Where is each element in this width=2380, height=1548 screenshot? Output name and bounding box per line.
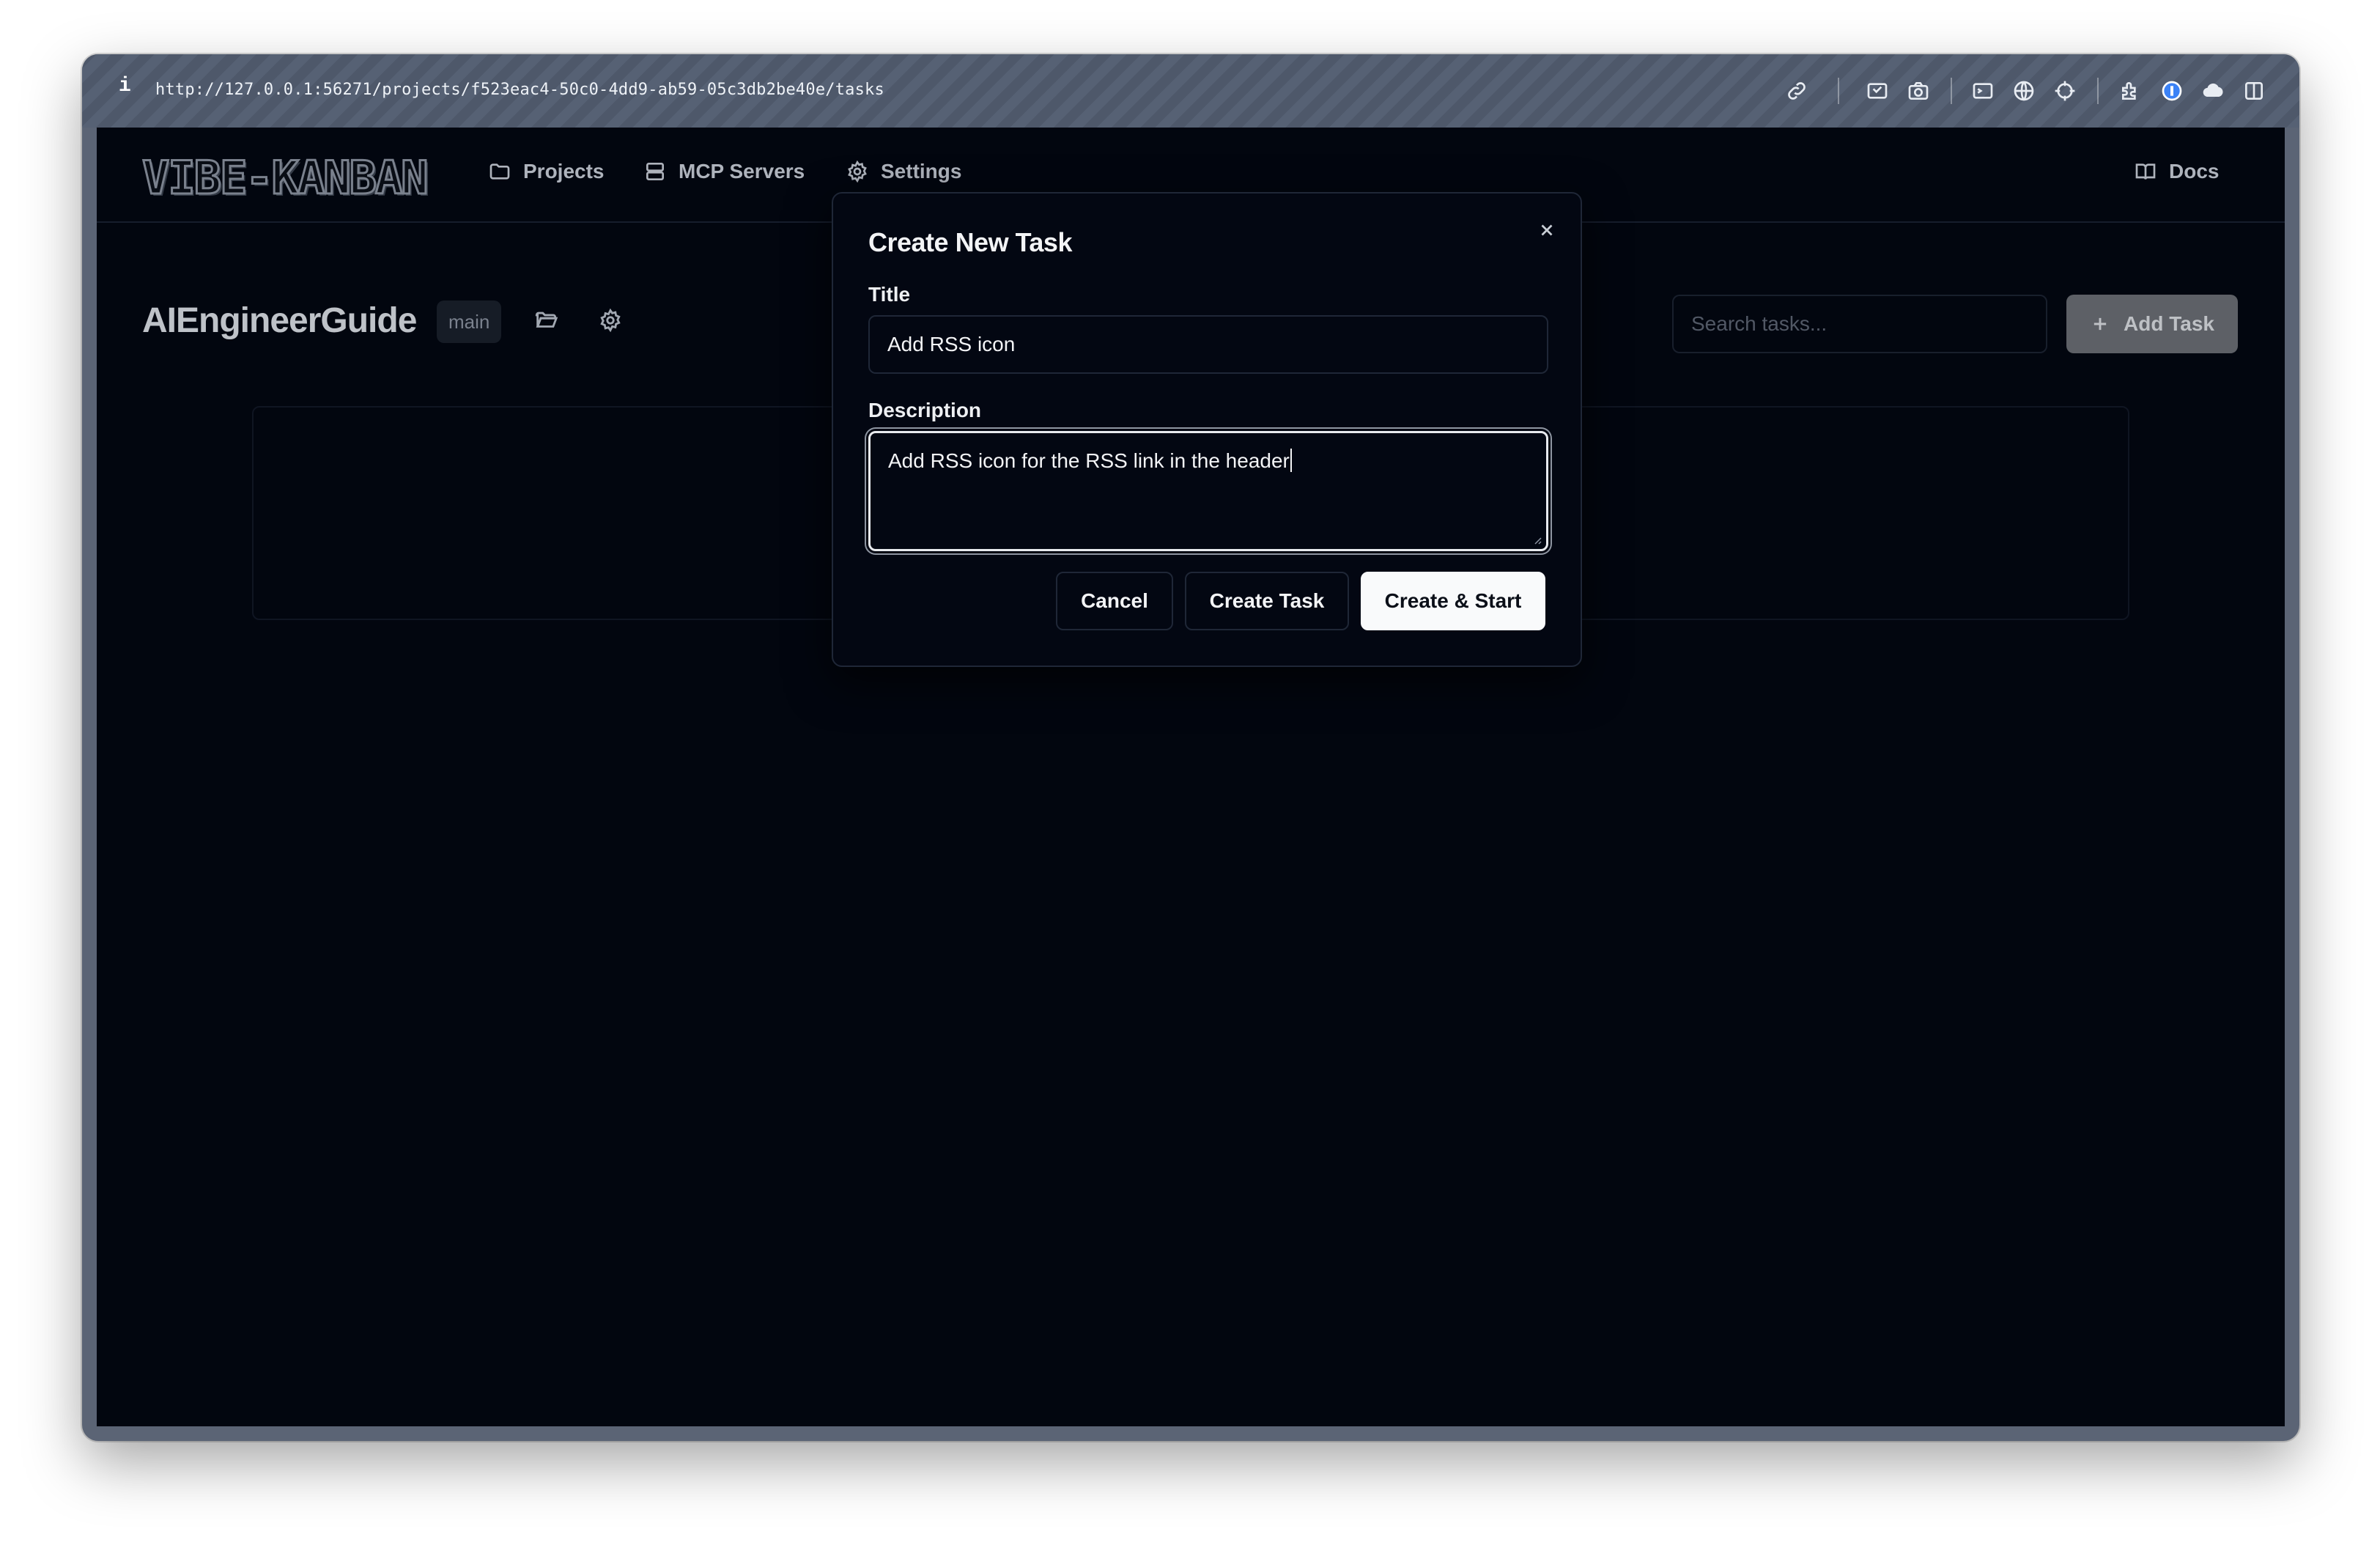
description-text: Add RSS icon for the RSS link in the hea… bbox=[888, 449, 1290, 472]
toolbar-divider bbox=[2097, 78, 2099, 104]
toolbar-divider bbox=[1951, 78, 1952, 104]
dialog-title: Create New Task bbox=[868, 227, 1072, 257]
cancel-button[interactable]: Cancel bbox=[1056, 572, 1173, 630]
link-icon[interactable] bbox=[1782, 76, 1811, 106]
text-caret bbox=[1290, 449, 1292, 472]
camera-icon[interactable] bbox=[1904, 76, 1933, 106]
title-label: Title bbox=[868, 283, 911, 306]
password-manager-icon[interactable] bbox=[2157, 76, 2187, 106]
browser-toolbar: i http://127.0.0.1:56271/projects/f523ea… bbox=[82, 54, 2299, 128]
close-icon[interactable] bbox=[1532, 215, 1562, 245]
cloud-icon[interactable] bbox=[2198, 76, 2228, 106]
extension-icon[interactable] bbox=[2116, 76, 2146, 106]
description-label: Description bbox=[868, 399, 982, 421]
picture-in-picture-icon[interactable] bbox=[1863, 76, 1892, 106]
globe-icon[interactable] bbox=[2009, 76, 2039, 106]
terminal-icon[interactable] bbox=[1968, 76, 1998, 106]
description-textarea[interactable]: Add RSS icon for the RSS link in the hea… bbox=[868, 431, 1548, 551]
site-info-icon[interactable]: i bbox=[119, 75, 131, 97]
create-and-start-button[interactable]: Create & Start bbox=[1361, 572, 1545, 630]
toolbar-divider bbox=[1838, 78, 1839, 104]
crosshair-icon[interactable] bbox=[2050, 76, 2080, 106]
title-input[interactable]: Add RSS icon bbox=[868, 315, 1548, 374]
browser-window: i http://127.0.0.1:56271/projects/f523ea… bbox=[82, 54, 2299, 1441]
create-task-dialog: Create New Task Title Add RSS icon Descr… bbox=[832, 192, 1582, 667]
address-bar[interactable]: http://127.0.0.1:56271/projects/f523eac4… bbox=[155, 81, 884, 99]
create-task-button[interactable]: Create Task bbox=[1185, 572, 1349, 630]
resize-grip-icon[interactable] bbox=[1531, 534, 1542, 545]
sidebar-icon[interactable] bbox=[2239, 76, 2269, 106]
app-viewport: VIBE-KANBAN Projects MCP Servers Setting… bbox=[97, 128, 2285, 1426]
